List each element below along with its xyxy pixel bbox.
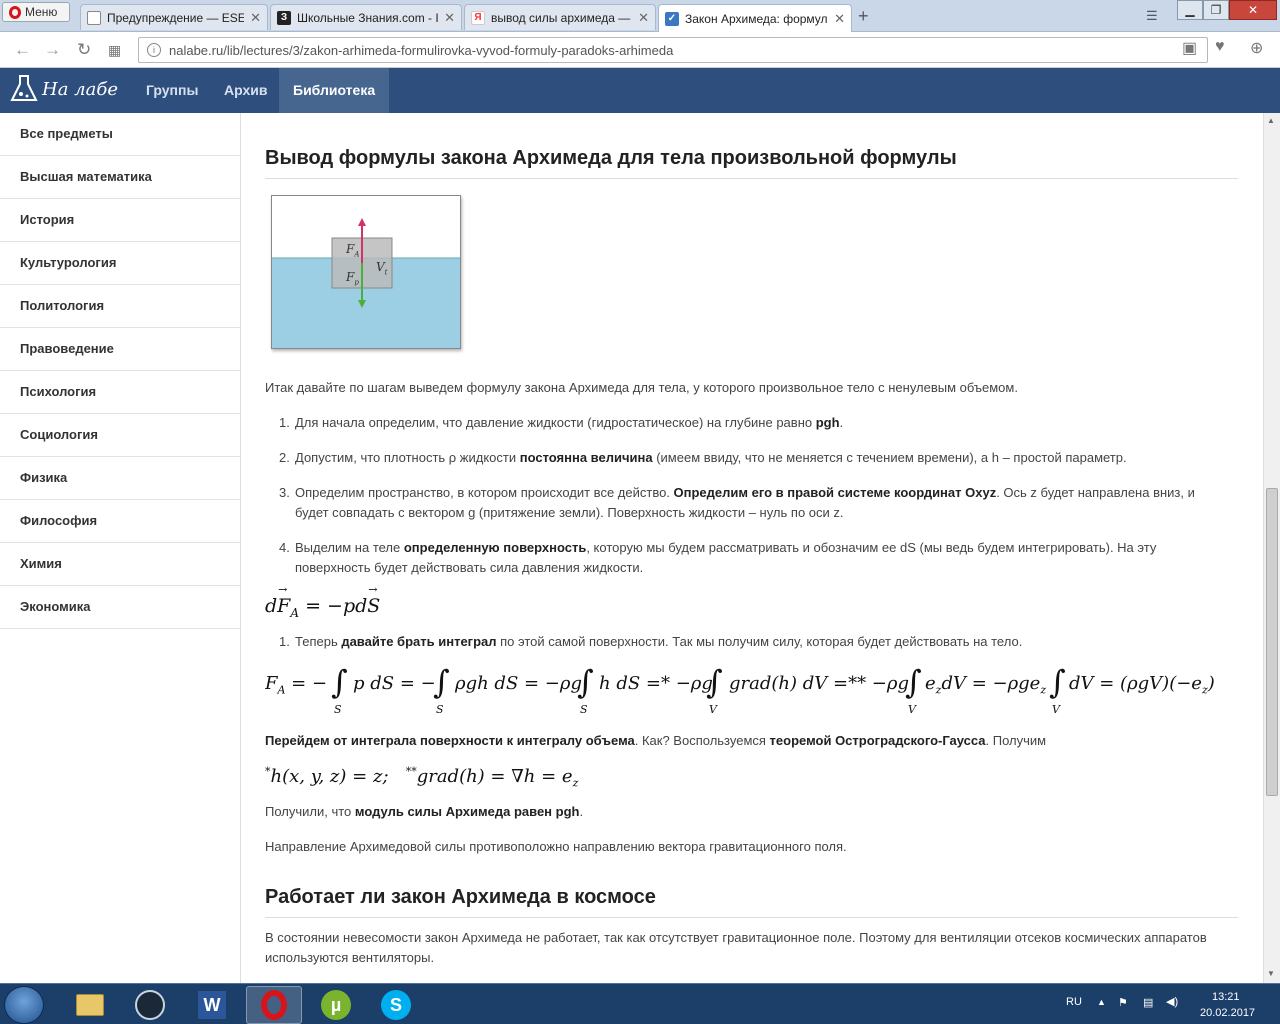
close-tab-icon[interactable]: ✕ <box>834 11 845 27</box>
flask-logo-icon <box>10 75 38 101</box>
list-item: 2. Допустим, что плотность ρ жидкости по… <box>279 450 1127 465</box>
sidebar-item-law[interactable]: Правоведение <box>0 328 240 371</box>
gradient-note-formula: *h(x, y, z) = z; **grad(h) = ∇h = ez <box>265 765 579 790</box>
nav-archive[interactable]: Архив <box>210 68 281 113</box>
site-logo[interactable]: На лабе <box>10 74 118 104</box>
znaniya-icon: З <box>277 10 291 25</box>
close-tab-icon[interactable]: ✕ <box>444 10 455 26</box>
menu-label: Меню <box>25 5 58 19</box>
back-icon[interactable]: ← <box>14 40 31 60</box>
sidebar-item-chemistry[interactable]: Химия <box>0 543 240 586</box>
tray-expand-icon[interactable]: ▲ <box>1097 997 1106 1007</box>
adblock-icon[interactable]: ▣ <box>1182 38 1197 58</box>
sidebar-item-psychology[interactable]: Психология <box>0 371 240 414</box>
page-icon <box>87 10 101 25</box>
tab-eset[interactable]: Предупреждение — ESET ✕ <box>80 4 268 30</box>
section-heading: Вывод формулы закона Архимеда для тела п… <box>265 147 1238 179</box>
page-scrollbar[interactable]: ▲ ▼ <box>1263 113 1280 983</box>
space-paragraph: В состоянии невесомости закон Архимеда н… <box>265 930 1207 965</box>
bookmark-heart-icon[interactable]: ♥ <box>1215 38 1225 56</box>
sidebar-item-politics[interactable]: Политология <box>0 285 240 328</box>
network-icon[interactable]: ▤ <box>1143 996 1153 1009</box>
url-input[interactable]: i nalabe.ru/lib/lectures/3/zakon-arhimed… <box>138 37 1208 63</box>
browser-tab-bar: Меню Предупреждение — ESET ✕ З Школьные … <box>0 0 1280 32</box>
tab-znaniya[interactable]: З Школьные Знания.com - I ✕ <box>270 4 462 30</box>
word-taskbar-button[interactable]: W <box>184 986 240 1024</box>
utorrent-taskbar-button[interactable]: µ <box>308 986 364 1024</box>
opera-icon <box>261 990 287 1020</box>
sidebar-item-sociology[interactable]: Социология <box>0 414 240 457</box>
language-indicator[interactable]: RU <box>1066 996 1082 1008</box>
speed-dial-icon[interactable]: ▦ <box>108 42 121 59</box>
close-tab-icon[interactable]: ✕ <box>638 10 649 26</box>
folder-icon <box>76 994 104 1016</box>
word-icon: W <box>198 991 226 1019</box>
list-item: 1. Для начала определим, что давление жи… <box>279 415 844 430</box>
start-button[interactable] <box>4 986 44 1024</box>
windows-taskbar: W µ S RU ▲ ⚑ ▤ ◀) 13:21 20.02.2017 <box>0 983 1280 1024</box>
section-heading: Работает ли закон Архимеда в космосе <box>265 886 1238 918</box>
force-element-formula: dF → A = −pdS → <box>265 583 381 620</box>
minimize-button[interactable]: ▁ <box>1177 0 1203 20</box>
archimedes-figure: FA Fp Vt <box>271 195 461 349</box>
close-window-button[interactable]: ✕ <box>1229 0 1277 20</box>
sidebar-item-philosophy[interactable]: Философия <box>0 500 240 543</box>
tab-active-nalabe[interactable]: ✓ Закон Архимеда: формул ✕ <box>658 4 852 32</box>
tab-yandex[interactable]: Я вывод силы архимеда — ✕ <box>464 4 656 30</box>
opera-menu-button[interactable]: Меню <box>2 2 70 22</box>
tab-menu-icon[interactable]: ☰ <box>1146 8 1158 24</box>
sidebar-item-physics[interactable]: Физика <box>0 457 240 500</box>
integral-formula: FA = − ∫ S p dS = − ∫ S ρgh dS = −ρg ∫ S… <box>265 663 1215 716</box>
direction-paragraph: Направление Архимедовой силы противополо… <box>265 839 847 854</box>
explorer-taskbar-button[interactable] <box>62 986 118 1024</box>
intro-paragraph: Итак давайте по шагам выведем формулу за… <box>265 380 1018 395</box>
opera-taskbar-button[interactable] <box>246 986 302 1024</box>
nav-library[interactable]: Библиотека <box>279 68 390 113</box>
article-content: Вывод формулы закона Архимеда для тела п… <box>265 113 1240 983</box>
sidebar-item-math[interactable]: Высшая математика <box>0 156 240 199</box>
scroll-down-icon[interactable]: ▼ <box>1267 969 1275 978</box>
list-item: 3. Определим пространство, в котором про… <box>279 485 1195 520</box>
sidebar-item-history[interactable]: История <box>0 199 240 242</box>
clock-time[interactable]: 13:21 <box>1212 991 1240 1003</box>
transition-paragraph: Перейдем от интеграла поверхности к инте… <box>265 733 1047 748</box>
reload-icon[interactable]: ↻ <box>77 40 91 60</box>
scroll-up-icon[interactable]: ▲ <box>1267 116 1275 125</box>
site-header: На лабе Группы Архив Библиотека <box>0 68 1280 113</box>
utorrent-icon: µ <box>321 990 351 1020</box>
sidebar-item-economics[interactable]: Экономика <box>0 586 240 629</box>
scroll-thumb[interactable] <box>1266 488 1278 796</box>
address-bar: ← → ↻ ▦ i nalabe.ru/lib/lectures/3/zakon… <box>0 32 1280 68</box>
clock-date[interactable]: 20.02.2017 <box>1200 1007 1255 1019</box>
sidebar-item-culture[interactable]: Культурология <box>0 242 240 285</box>
list-item: 4. Выделим на теле определенную поверхно… <box>279 540 1157 575</box>
close-tab-icon[interactable]: ✕ <box>250 10 261 26</box>
subject-sidebar: Все предметы Высшая математика История К… <box>0 113 241 983</box>
volume-icon[interactable]: ◀) <box>1166 995 1178 1008</box>
opera-logo-icon <box>9 5 21 19</box>
steam-taskbar-button[interactable] <box>122 986 178 1024</box>
nav-groups[interactable]: Группы <box>132 68 212 113</box>
action-center-icon[interactable]: ⚑ <box>1118 996 1128 1009</box>
sidebar-item-all[interactable]: Все предметы <box>0 113 240 156</box>
fa-label: FA <box>346 242 360 259</box>
fp-label: Fp <box>346 270 359 287</box>
new-tab-icon[interactable]: + <box>858 6 869 27</box>
volume-label: Vt <box>376 260 388 277</box>
steam-icon <box>135 990 165 1020</box>
maximize-button[interactable]: ❐ <box>1203 0 1229 20</box>
skype-icon: S <box>381 990 411 1020</box>
buoyancy-diagram <box>272 218 460 348</box>
forward-icon[interactable]: → <box>44 40 61 60</box>
site-info-icon[interactable]: i <box>147 43 161 57</box>
yandex-icon: Я <box>471 10 485 25</box>
skype-taskbar-button[interactable]: S <box>368 986 424 1024</box>
nalabe-icon: ✓ <box>665 11 679 26</box>
download-icon[interactable]: ⊕ <box>1250 38 1263 58</box>
list-item: 1. Теперь давайте брать интеграл по этой… <box>279 634 1023 649</box>
result-paragraph: Получили, что модуль силы Архимеда равен… <box>265 804 584 819</box>
